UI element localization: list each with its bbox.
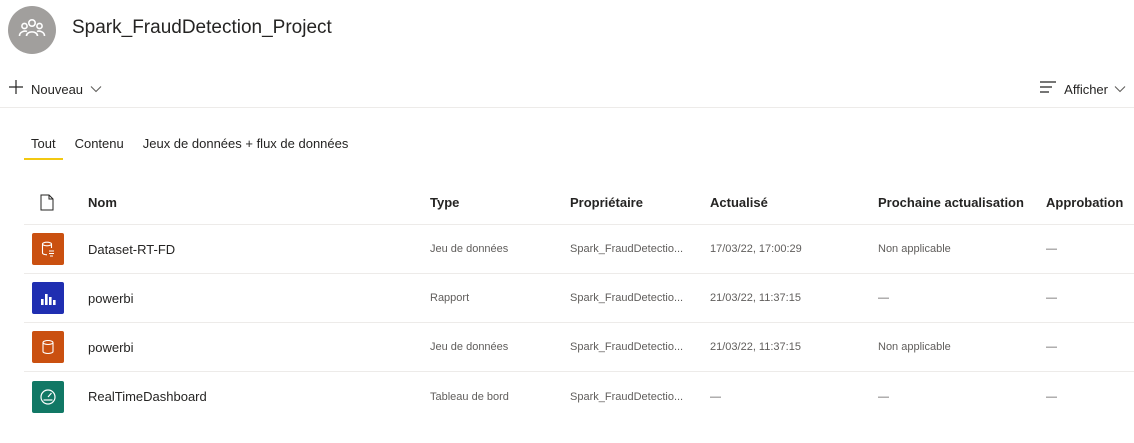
view-button[interactable]: Afficher	[1040, 78, 1126, 100]
item-updated: —	[710, 390, 721, 403]
item-type: Jeu de données	[430, 341, 509, 353]
chevron-down-icon	[1114, 80, 1126, 98]
file-type-icon[interactable]	[40, 180, 72, 224]
item-updated: 17/03/22, 17:00:29	[710, 243, 802, 255]
column-header-approval[interactable]: Approbation	[1046, 180, 1134, 224]
plus-icon	[8, 79, 24, 100]
item-owner: Spark_FraudDetectio...	[570, 341, 684, 353]
table-row[interactable]: Dataset-RT-FD Jeu de données Spark_Fraud…	[24, 225, 1134, 274]
list-view-icon	[1040, 80, 1057, 98]
item-next-refresh: —	[878, 292, 889, 304]
view-button-label: Afficher	[1064, 81, 1108, 97]
workspace-title: Spark_FraudDetection_Project	[72, 17, 332, 38]
new-button[interactable]: Nouveau	[8, 78, 102, 100]
table-header-row: Nom Type Propriétaire Actualisé Prochain…	[24, 180, 1134, 225]
item-type: Tableau de bord	[430, 390, 509, 403]
chevron-down-icon	[90, 80, 102, 98]
tab-content[interactable]: Contenu	[75, 128, 124, 160]
item-owner: Spark_FraudDetectio...	[570, 390, 684, 403]
item-name[interactable]: powerbi	[88, 274, 408, 322]
item-type: Rapport	[430, 292, 470, 304]
command-bar: Nouveau Afficher	[0, 70, 1134, 108]
table-row[interactable]: powerbi Jeu de données Spark_FraudDetect…	[24, 323, 1134, 372]
table-row[interactable]: RealTimeDashboard Tableau de bord Spark_…	[24, 372, 1134, 421]
item-next-refresh: Non applicable	[878, 243, 951, 255]
item-next-refresh: —	[878, 390, 889, 403]
report-icon	[32, 282, 64, 314]
column-header-type[interactable]: Type	[430, 180, 560, 224]
tab-datasets-dataflows[interactable]: Jeux de données + flux de données	[143, 128, 349, 160]
dataset-icon	[32, 331, 64, 363]
workspace-content-table: Nom Type Propriétaire Actualisé Prochain…	[24, 180, 1134, 421]
item-type: Jeu de données	[430, 243, 509, 255]
streaming-dataset-icon	[32, 233, 64, 265]
workspace-header: Spark_FraudDetection_Project	[0, 0, 1134, 62]
item-approval: —	[1046, 243, 1057, 255]
workspace-people-icon	[18, 16, 46, 45]
new-button-label: Nouveau	[31, 81, 84, 97]
column-header-owner[interactable]: Propriétaire	[570, 180, 694, 224]
workspace-avatar	[8, 6, 56, 54]
table-row[interactable]: powerbi Rapport Spark_FraudDetectio... 2…	[24, 274, 1134, 323]
item-owner: Spark_FraudDetectio...	[570, 292, 684, 304]
item-updated: 21/03/22, 11:37:15	[710, 341, 801, 353]
item-approval: —	[1046, 390, 1057, 403]
content-filter-tabs: Tout Contenu Jeux de données + flux de d…	[24, 128, 367, 160]
item-approval: —	[1046, 292, 1057, 304]
item-approval: —	[1046, 341, 1057, 353]
item-updated: 21/03/22, 11:37:15	[710, 292, 801, 304]
item-owner: Spark_FraudDetectio...	[570, 243, 684, 255]
item-name[interactable]: Dataset-RT-FD	[88, 225, 408, 273]
tab-all[interactable]: Tout	[24, 128, 63, 160]
column-header-next-refresh[interactable]: Prochaine actualisation	[878, 180, 1038, 224]
column-header-name[interactable]: Nom	[88, 180, 408, 224]
item-name[interactable]: RealTimeDashboard	[88, 372, 408, 421]
item-next-refresh: Non applicable	[878, 341, 951, 353]
dashboard-icon	[32, 380, 64, 413]
column-header-updated[interactable]: Actualisé	[710, 180, 860, 224]
item-name[interactable]: powerbi	[88, 323, 408, 371]
